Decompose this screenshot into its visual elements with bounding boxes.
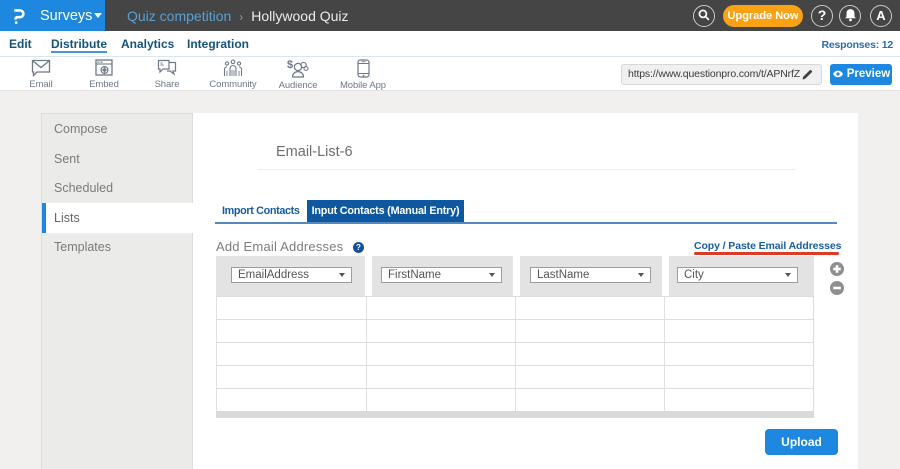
svg-text:$: $ bbox=[287, 59, 293, 71]
